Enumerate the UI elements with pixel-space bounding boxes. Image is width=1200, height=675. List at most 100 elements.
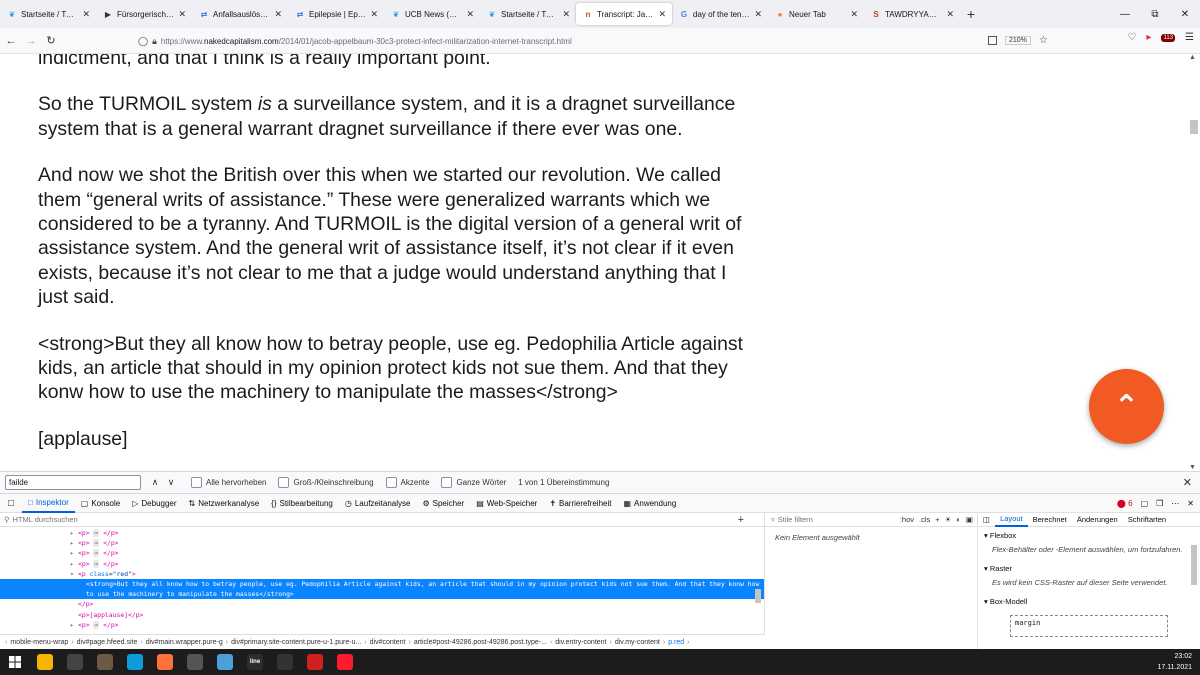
find-previous-button[interactable]: ∧ [147,477,163,488]
tab-stilbearbeitung[interactable]: {} Stilbearbeitung [265,493,339,513]
breadcrumb-item[interactable]: div.my-content [613,639,662,646]
tree-node-p[interactable]: ▸ <p> ⋯ </p> [0,620,764,630]
tab-laufzeitanalyse[interactable]: ◷ Laufzeitanalyse [339,493,417,513]
browser-tab[interactable]: S TAWDRYYARD: NSA E✕ [864,0,960,28]
element-picker-icon[interactable]: □ [0,498,22,509]
layout-scrollbar-thumb[interactable] [1191,545,1197,585]
page-scrollbar-thumb[interactable] [1190,120,1198,134]
close-window-button[interactable]: ✕ [1170,0,1200,28]
taskbar-app[interactable] [150,649,180,675]
tree-node-close-p[interactable]: </p> [0,599,764,609]
browser-tab[interactable]: ❦ Startseite / Twitter ✕ [480,0,576,28]
speaker-icon[interactable]: ▸ [1146,32,1151,43]
tree-node-p[interactable]: ▸ <p> ⋯ </p> [0,538,764,548]
scroll-to-top-button[interactable]: ⌃ [1089,369,1164,444]
split-console-icon[interactable]: ▢ [1141,499,1149,508]
close-tab-icon[interactable]: ✕ [178,9,186,20]
tab-inspektor[interactable]: □ Inspektor [22,493,75,513]
html-search-input[interactable]: ⚲ HTML durchsuchen + [0,513,764,527]
tab-aenderungen[interactable]: Änderungen [1072,515,1123,524]
zoom-level[interactable]: 210% [1005,35,1031,45]
breadcrumb-item[interactable]: div.entry-content [553,639,608,646]
breadcrumb-item[interactable]: mobile-menu-wrap [8,639,70,646]
windows-start-icon[interactable] [0,656,30,668]
add-node-icon[interactable]: + [738,514,744,526]
menu-icon[interactable]: ☰ [1185,32,1194,43]
rules-filter[interactable]: ▿ Stile filtern :hov .cls + ☀ ◐ ▣ [765,513,977,527]
error-badge[interactable]: ⬤ 6 [1117,499,1133,508]
whole-words-checkbox[interactable]: Ganze Wörter [441,477,506,488]
tab-schriftarten[interactable]: Schriftarten [1123,515,1171,524]
tree-node-p[interactable]: ▸ <p> ⋯ </p> [0,528,764,538]
browser-tab[interactable]: ⇄ Anfallsauslöser und ✕ [192,0,288,28]
forward-button[interactable]: → [22,32,40,50]
toggle-sidebar-icon[interactable]: ◫ [978,515,995,524]
hov-toggle[interactable]: :hov [900,515,914,524]
find-next-button[interactable]: ∨ [163,477,179,488]
tab-netzwerkanalyse[interactable]: ⇅ Netzwerkanalyse [183,493,266,513]
layout-scrollbar[interactable] [1190,527,1198,647]
tab-konsole[interactable]: ▢ Konsole [75,493,126,513]
browser-tab[interactable]: ⇄ Epilepsie | Epilepsie ✕ [288,0,384,28]
close-tab-icon[interactable]: ✕ [370,9,378,20]
tab-berechnet[interactable]: Berechnet [1028,515,1072,524]
tab-speicher[interactable]: ⚙ Speicher [416,493,470,513]
url-bar[interactable]: ◯ 🔒︎ https://www. nakedcapitalism.com/201… [138,31,1040,51]
find-close-button[interactable]: ✕ [1183,476,1192,489]
taskbar-app[interactable] [210,649,240,675]
browser-tab[interactable]: ❦ UCB News (@ucb_ne ✕ [384,0,480,28]
tab-barrierefreiheit[interactable]: ✝ Barrierefreiheit [543,493,617,513]
tree-node-p-red[interactable]: ▾ <p class="red"> [0,569,764,579]
dark-mode-icon[interactable]: ◐ [956,515,961,524]
close-tab-icon[interactable]: ✕ [850,9,858,20]
tab-web-speicher[interactable]: ▤ Web-Speicher [470,493,543,513]
taskbar-app[interactable] [180,649,210,675]
close-tab-icon[interactable]: ✕ [754,9,762,20]
more-options-icon[interactable]: ⋯ [1171,499,1179,508]
breadcrumb-item[interactable]: div#content [368,639,408,646]
scroll-up-arrow-icon[interactable]: ▲ [1189,54,1196,61]
close-tab-icon[interactable]: ✕ [658,9,666,20]
breadcrumb-item[interactable]: div#primary.site-content.pure-u-1.pure-u… [229,639,363,646]
breadcrumb-item[interactable]: div#page.hfeed.site [75,639,140,646]
browser-tab[interactable]: ● Neuer Tab ✕ [768,0,864,28]
taskbar-app[interactable]: line [240,649,270,675]
taskbar-app[interactable] [330,649,360,675]
breadcrumb-item[interactable]: article#post-49286.post-49286.post.type-… [412,639,549,646]
tree-node-p[interactable]: ▸ <p> ⋯ </p> [0,559,764,569]
add-rule-button[interactable]: + [935,515,939,524]
tree-node-applause[interactable]: <p>[applause]</p> [0,610,764,620]
markup-scrollbar[interactable] [754,527,762,632]
find-input[interactable]: failde [5,475,141,490]
browser-tab[interactable]: Gday of the tentacle tin ✕ [672,0,768,28]
reload-button[interactable]: ↻ [42,32,60,50]
light-mode-icon[interactable]: ☀ [945,515,952,524]
cls-toggle[interactable]: .cls [919,515,930,524]
scroll-down-arrow-icon[interactable]: ▼ [1189,464,1196,471]
breadcrumb-item[interactable]: div#main.wrapper.pure-g [144,639,225,646]
dock-icon[interactable]: ❐ [1156,499,1163,508]
tab-layout[interactable]: Layout [995,513,1028,527]
breadcrumb-item[interactable]: p.red [666,639,686,646]
close-devtools-icon[interactable]: ✕ [1187,499,1194,508]
reader-view-icon[interactable] [988,35,997,45]
zoom-indicator[interactable]: 210% ☆ [984,33,1052,47]
close-tab-icon[interactable]: ✕ [562,9,570,20]
taskbar-app[interactable] [300,649,330,675]
print-icon[interactable]: ▣ [966,515,973,524]
match-diacritics-checkbox[interactable]: Akzente [385,477,429,488]
bookmark-star-icon[interactable]: ☆ [1039,35,1048,46]
browser-tab[interactable]: n Transcript: Jacob App ✕ [576,3,672,25]
taskbar-app[interactable] [270,649,300,675]
page-scrollbar[interactable]: ▲ ▼ [1188,54,1200,471]
pocket-icon[interactable]: ♡ [1127,32,1136,43]
close-tab-icon[interactable]: ✕ [946,9,954,20]
taskbar-app[interactable] [30,649,60,675]
flexbox-section-title[interactable]: ▾ Flexbox [978,527,1200,543]
highlight-all-checkbox[interactable]: Alle hervorheben [191,477,266,488]
close-tab-icon[interactable]: ✕ [466,9,474,20]
taskbar-app[interactable] [120,649,150,675]
markup-scrollbar-thumb[interactable] [755,589,761,603]
tab-debugger[interactable]: ▷ Debugger [126,493,182,513]
grid-section-title[interactable]: ▾ Raster [978,560,1200,576]
